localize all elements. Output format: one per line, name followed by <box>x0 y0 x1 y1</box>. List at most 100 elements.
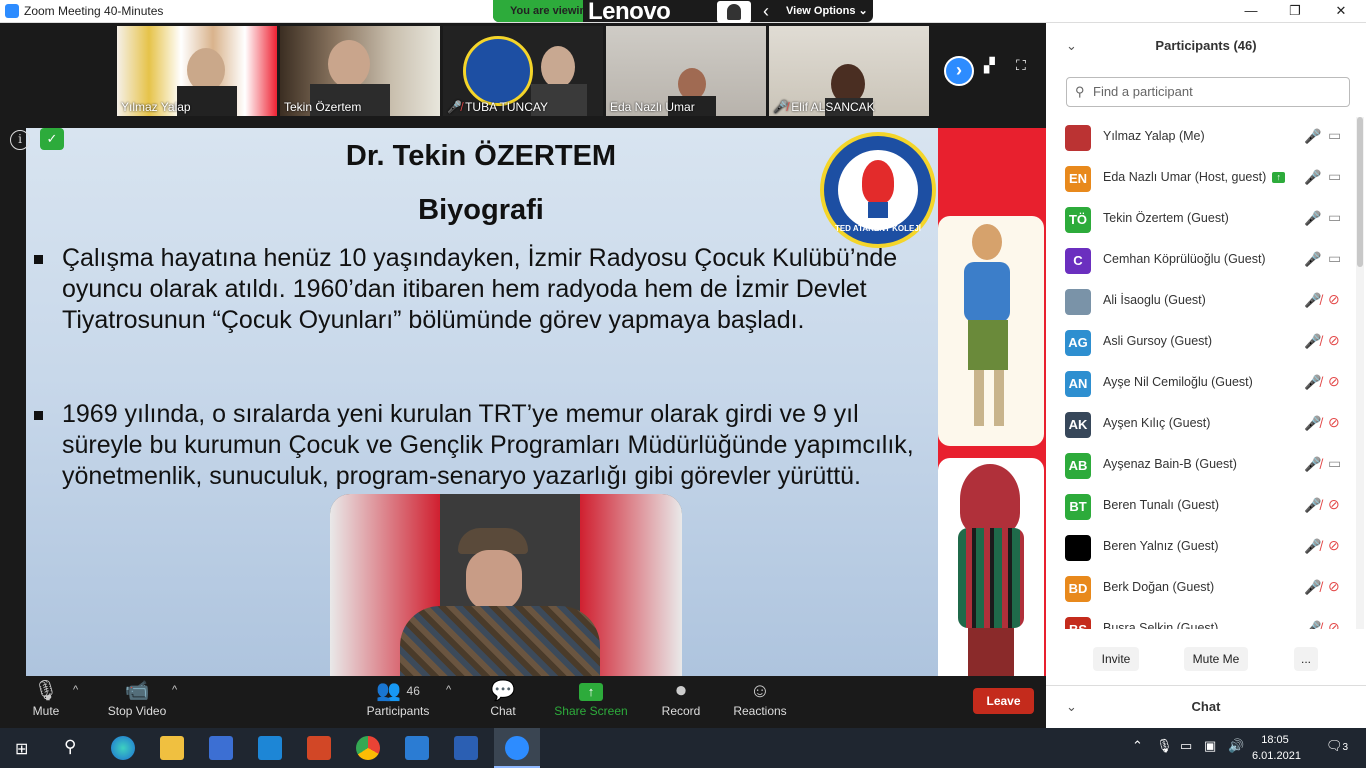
video-off-icon: ⊘ <box>1328 414 1340 430</box>
participants-panel: ⌄ Participants (46) ⚲ Find a participant… <box>1046 23 1366 728</box>
mail-icon[interactable] <box>258 736 282 760</box>
share-banner: You are viewing Lenovo ‹ View Options ⌄ <box>493 0 873 25</box>
mic-muted-icon: 🎤̸ <box>1304 333 1322 349</box>
system-clock[interactable]: 18:05 6.01.2021 <box>1252 732 1301 764</box>
mute-me-button[interactable]: Mute Me <box>1184 647 1248 671</box>
mute-button[interactable]: 🎙 Mute <box>22 676 70 728</box>
collapse-chevron-icon[interactable]: ⌄ <box>1066 23 1077 69</box>
avatar <box>1065 535 1091 561</box>
security-shield-icon[interactable]: ✓ <box>40 128 64 150</box>
participant-name: Ali İsaoglu (Guest) <box>1103 293 1206 307</box>
clock-time: 18:05 <box>1261 734 1289 746</box>
participant-row[interactable]: Yılmaz Yalap (Me) 🎤 ▭ <box>1046 117 1356 158</box>
participants-options-caret-icon[interactable]: ^ <box>446 684 451 696</box>
powerpoint-icon[interactable] <box>307 736 331 760</box>
participant-name: Cemhan Köprülüoğlu (Guest) <box>1103 252 1266 266</box>
participant-name: Yılmaz Yalap (Me) <box>1103 129 1205 143</box>
restore-button[interactable]: ❐ <box>1272 0 1318 23</box>
collapse-chevron-icon[interactable]: ⌄ <box>1066 686 1077 728</box>
avatar: AB <box>1065 453 1091 479</box>
participant-row[interactable]: BT Beren Tunalı (Guest) 🎤̸ ⊘ <box>1046 486 1356 527</box>
video-icon: ▭ <box>1328 127 1342 143</box>
minimize-button[interactable]: — <box>1228 0 1274 23</box>
participant-search-input[interactable]: ⚲ Find a participant <box>1066 77 1350 107</box>
video-tile[interactable]: 🎤̸ Elif ALSANCAK <box>769 26 929 116</box>
participant-row[interactable]: BS Buşra Selkin (Guest) 🎤̸ ⊘ <box>1046 609 1356 629</box>
windows-taskbar: ⊞ ⚲ ⌃ 🎙 ▭ ▣ 🔊 18:05 6.01.2021 🗨3 <box>0 728 1366 768</box>
video-off-icon: ⊘ <box>1328 373 1340 389</box>
video-icon: ▭ <box>1328 168 1342 184</box>
video-tile[interactable]: Tekin Özertem <box>280 26 440 116</box>
participant-name: Ayşen Kılıç (Guest) <box>1103 416 1211 430</box>
chrome-icon[interactable] <box>356 736 380 760</box>
participant-row[interactable]: AN Ayşe Nil Cemiloğlu (Guest) 🎤̸ ⊘ <box>1046 363 1356 404</box>
participant-name: Beren Yalnız (Guest) <box>1103 539 1219 553</box>
avatar: EN <box>1065 166 1091 192</box>
participant-row[interactable]: Ali İsaoglu (Guest) 🎤̸ ⊘ <box>1046 281 1356 322</box>
reactions-button[interactable]: ☺ Reactions <box>730 676 790 728</box>
participant-row[interactable]: Beren Yalnız (Guest) 🎤̸ ⊘ <box>1046 527 1356 568</box>
tray-battery-icon[interactable]: ▭ <box>1180 738 1192 754</box>
participant-row[interactable]: AK Ayşen Kılıç (Guest) 🎤̸ ⊘ <box>1046 404 1356 445</box>
video-tile[interactable]: Eda Nazlı Umar <box>606 26 766 116</box>
movies-icon[interactable] <box>454 736 478 760</box>
tray-volume-icon[interactable]: 🔊 <box>1228 738 1244 754</box>
notifications-icon[interactable]: 🗨3 <box>1326 738 1348 754</box>
participants-header: ⌄ Participants (46) <box>1046 23 1366 69</box>
embedded-video <box>330 494 682 676</box>
participants-button[interactable]: 👥 46 Participants <box>362 676 434 728</box>
video-options-caret-icon[interactable]: ^ <box>172 684 177 696</box>
participant-name: Beren Tunalı (Guest) <box>1103 498 1220 512</box>
video-tile[interactable]: Yılmaz Yalap <box>117 26 277 116</box>
participant-row[interactable]: EN Eda Nazlı Umar (Host, guest) ↑ 🎤 ▭ <box>1046 158 1356 199</box>
zoom-taskbar-button[interactable] <box>494 728 540 768</box>
slide-bullet: 1969 yılında, o sıralarda yeni kurulan T… <box>34 399 922 492</box>
mic-muted-icon: 🎤̸ <box>1304 374 1322 390</box>
participant-row[interactable]: AG Asli Gursoy (Guest) 🎤̸ ⊘ <box>1046 322 1356 363</box>
chat-section-header[interactable]: ⌄ Chat <box>1046 685 1366 728</box>
more-options-button[interactable]: ... <box>1294 647 1318 671</box>
search-icon[interactable]: ⚲ <box>64 737 76 757</box>
fullscreen-icon[interactable]: ⛶ <box>1016 57 1026 74</box>
stop-video-button[interactable]: 📹 Stop Video <box>104 676 170 728</box>
mic-icon: 🎤 <box>1304 128 1322 144</box>
record-button[interactable]: ⏺ Record <box>656 676 706 728</box>
mic-muted-icon: 🎤̸ <box>1304 579 1322 595</box>
participant-list-scrollbar[interactable] <box>1356 117 1364 629</box>
audio-options-caret-icon[interactable]: ^ <box>73 684 78 696</box>
share-screen-button[interactable]: ↑ Share Screen <box>552 676 630 728</box>
user-silhouette-icon <box>717 1 751 23</box>
mic-muted-icon: 🎤̸ <box>773 100 788 114</box>
tray-overflow-icon[interactable]: ⌃ <box>1132 738 1143 754</box>
tray-network-icon[interactable]: ▣ <box>1204 738 1216 754</box>
invite-button[interactable]: Invite <box>1093 647 1139 671</box>
next-page-button[interactable]: › <box>944 56 974 86</box>
file-explorer-icon[interactable] <box>160 736 184 760</box>
participant-row[interactable]: C Cemhan Köprülüoğlu (Guest) 🎤 ▭ <box>1046 240 1356 281</box>
participant-row[interactable]: TÖ Tekin Özertem (Guest) 🎤 ▭ <box>1046 199 1356 240</box>
video-off-icon: ⊘ <box>1328 332 1340 348</box>
participant-row[interactable]: BD Berk Doğan (Guest) 🎤̸ ⊘ <box>1046 568 1356 609</box>
avatar <box>1065 289 1091 315</box>
tile-name: Tekin Özertem <box>284 100 362 114</box>
meeting-info-icon[interactable]: i <box>10 130 30 150</box>
mic-muted-icon: 🎤̸ <box>1304 497 1322 513</box>
avatar: AK <box>1065 412 1091 438</box>
photos-icon[interactable] <box>405 736 429 760</box>
view-options-button[interactable]: View Options ⌄ <box>786 0 868 22</box>
windows-start-icon[interactable]: ⊞ <box>15 739 28 759</box>
store-icon[interactable] <box>209 736 233 760</box>
window-title: Zoom Meeting 40-Minutes <box>24 4 164 18</box>
avatar: BS <box>1065 617 1091 629</box>
view-mode-icon[interactable]: ▞ <box>984 57 995 74</box>
video-tile[interactable]: 🎤̸ TUBA TUNCAY <box>443 26 603 116</box>
chevron-left-icon[interactable]: ‹ <box>763 0 769 22</box>
close-button[interactable]: ✕ <box>1318 0 1364 23</box>
mic-muted-icon: 🎤̸ <box>1304 538 1322 554</box>
tray-mic-icon[interactable]: 🎙 <box>1156 738 1173 754</box>
chat-button[interactable]: 💬 Chat <box>483 676 523 728</box>
leave-button[interactable]: Leave <box>973 688 1034 714</box>
edge-browser-icon[interactable] <box>111 736 135 760</box>
avatar: BD <box>1065 576 1091 602</box>
participant-row[interactable]: AB Ayşenaz Bain-B (Guest) 🎤̸ ▭ <box>1046 445 1356 486</box>
